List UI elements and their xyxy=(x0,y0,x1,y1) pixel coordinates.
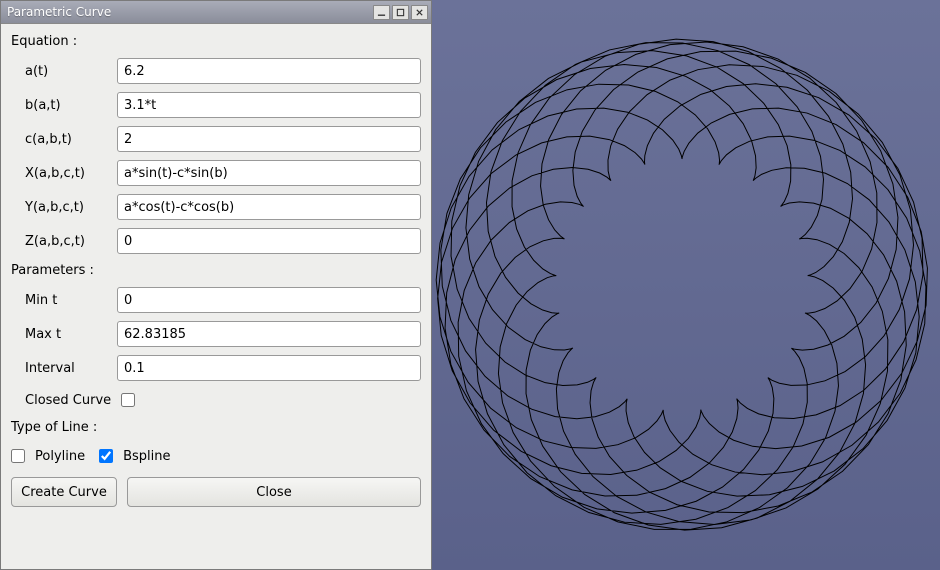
create-curve-button[interactable]: Create Curve xyxy=(11,477,117,507)
row-interval: Interval xyxy=(11,354,421,382)
label-bspline: Bspline xyxy=(123,449,170,464)
checkbox-bspline[interactable] xyxy=(99,449,113,463)
row-line-type: Polyline Bspline xyxy=(11,443,421,469)
input-interval[interactable] xyxy=(117,355,421,381)
row-b: b(a,t) xyxy=(11,91,421,119)
maximize-button[interactable] xyxy=(392,5,409,20)
input-z[interactable] xyxy=(117,228,421,254)
label-a: a(t) xyxy=(11,64,109,79)
label-x: X(a,b,c,t) xyxy=(11,166,109,181)
input-min-t[interactable] xyxy=(117,287,421,313)
row-closed-curve: Closed Curve xyxy=(11,388,421,412)
row-x: X(a,b,c,t) xyxy=(11,159,421,187)
label-interval: Interval xyxy=(11,361,109,376)
parametric-curve-dialog: Parametric Curve Equation : a(t) b(a,t) … xyxy=(0,0,432,570)
input-a[interactable] xyxy=(117,58,421,84)
checkbox-polyline[interactable] xyxy=(11,449,25,463)
input-max-t[interactable] xyxy=(117,321,421,347)
window-title: Parametric Curve xyxy=(7,5,371,19)
input-b[interactable] xyxy=(117,92,421,118)
input-y[interactable] xyxy=(117,194,421,220)
label-y: Y(a,b,c,t) xyxy=(11,200,109,215)
dialog-body: Equation : a(t) b(a,t) c(a,b,t) X(a,b,c,… xyxy=(1,24,431,517)
close-button[interactable]: Close xyxy=(127,477,421,507)
label-polyline: Polyline xyxy=(35,449,85,464)
label-closed-curve: Closed Curve xyxy=(25,393,111,408)
parametric-curve-render xyxy=(432,0,940,570)
row-max-t: Max t xyxy=(11,320,421,348)
checkbox-closed-curve[interactable] xyxy=(121,393,135,407)
minimize-button[interactable] xyxy=(373,5,390,20)
close-window-button[interactable] xyxy=(411,5,428,20)
button-row: Create Curve Close xyxy=(11,477,421,507)
label-z: Z(a,b,c,t) xyxy=(11,234,109,249)
equation-section-label: Equation : xyxy=(11,34,421,49)
viewport-3d[interactable] xyxy=(432,0,940,570)
input-x[interactable] xyxy=(117,160,421,186)
type-section-label: Type of Line : xyxy=(11,420,421,435)
row-c: c(a,b,t) xyxy=(11,125,421,153)
label-c: c(a,b,t) xyxy=(11,132,109,147)
label-min-t: Min t xyxy=(11,293,109,308)
label-max-t: Max t xyxy=(11,327,109,342)
row-y: Y(a,b,c,t) xyxy=(11,193,421,221)
input-c[interactable] xyxy=(117,126,421,152)
row-z: Z(a,b,c,t) xyxy=(11,227,421,255)
row-a: a(t) xyxy=(11,57,421,85)
titlebar[interactable]: Parametric Curve xyxy=(1,1,431,24)
label-b: b(a,t) xyxy=(11,98,109,113)
parameters-section-label: Parameters : xyxy=(11,263,421,278)
row-min-t: Min t xyxy=(11,286,421,314)
